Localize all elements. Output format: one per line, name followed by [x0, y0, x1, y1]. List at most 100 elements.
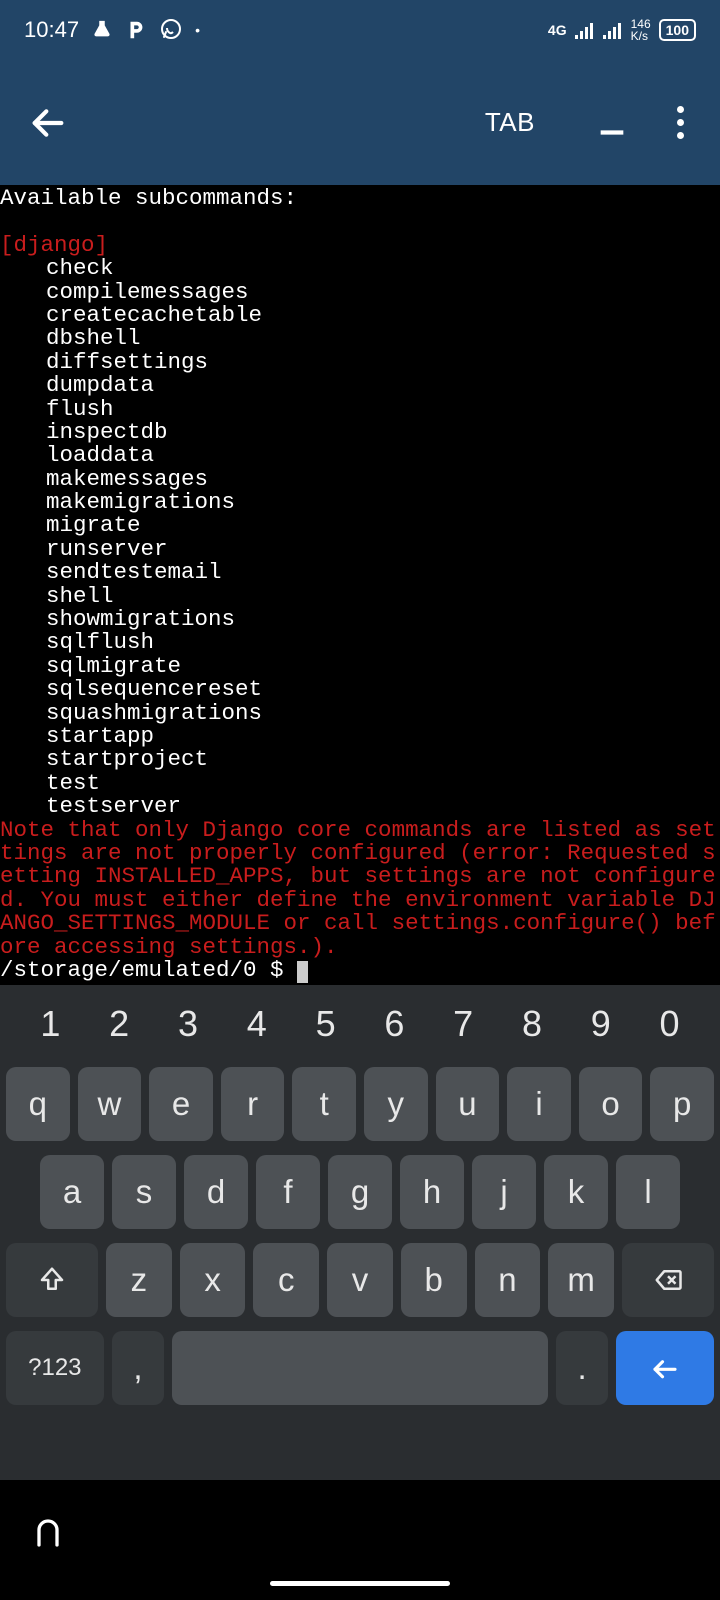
key-c[interactable]: c	[253, 1243, 319, 1317]
keyboard-row-q: qwertyuiop	[6, 1067, 714, 1141]
backspace-key[interactable]	[622, 1243, 714, 1317]
key-d[interactable]: d	[184, 1155, 248, 1229]
status-time: 10:47	[24, 17, 79, 43]
terminal-command: showmigrations	[0, 608, 720, 631]
key-f[interactable]: f	[256, 1155, 320, 1229]
minimize-button[interactable]	[579, 107, 645, 150]
key-7[interactable]: 7	[429, 995, 498, 1053]
keyboard-switch-icon[interactable]	[30, 1515, 66, 1556]
back-button[interactable]	[24, 99, 72, 147]
key-6[interactable]: 6	[360, 995, 429, 1053]
more-menu-button[interactable]	[665, 106, 696, 139]
terminal-command: makemessages	[0, 468, 720, 491]
parking-icon	[125, 19, 147, 41]
key-y[interactable]: y	[364, 1067, 428, 1141]
key-s[interactable]: s	[112, 1155, 176, 1229]
network-type: 4G	[548, 22, 567, 38]
keyboard-row-bottom: ?123 , .	[6, 1331, 714, 1405]
key-e[interactable]: e	[149, 1067, 213, 1141]
whatsapp-icon	[159, 18, 183, 42]
key-5[interactable]: 5	[291, 995, 360, 1053]
terminal-command: makemigrations	[0, 491, 720, 514]
key-o[interactable]: o	[579, 1067, 643, 1141]
terminal-command: flush	[0, 398, 720, 421]
terminal-prompt: /storage/emulated/0 $	[0, 957, 308, 983]
key-u[interactable]: u	[436, 1067, 500, 1141]
key-j[interactable]: j	[472, 1155, 536, 1229]
terminal-section-label: [django]	[0, 232, 108, 258]
terminal-command: runserver	[0, 538, 720, 561]
terminal-command: check	[0, 257, 720, 280]
key-t[interactable]: t	[292, 1067, 356, 1141]
comma-key[interactable]: ,	[112, 1331, 165, 1405]
terminal-command: test	[0, 772, 720, 795]
terminal-heading: Available subcommands:	[0, 185, 297, 211]
terminal-note: Note that only Django core commands are …	[0, 817, 716, 960]
terminal-command: squashmigrations	[0, 702, 720, 725]
key-r[interactable]: r	[221, 1067, 285, 1141]
symbols-key[interactable]: ?123	[6, 1331, 104, 1405]
home-indicator[interactable]	[270, 1581, 450, 1586]
terminal-command: testserver	[0, 795, 720, 818]
terminal-command: sqlmigrate	[0, 655, 720, 678]
navigation-bar	[0, 1480, 720, 1600]
speed-indicator: 146 K/s	[631, 18, 651, 42]
key-z[interactable]: z	[106, 1243, 172, 1317]
tab-button[interactable]: TAB	[461, 107, 559, 138]
key-l[interactable]: l	[616, 1155, 680, 1229]
terminal-command: startapp	[0, 725, 720, 748]
terminal-command: sqlflush	[0, 631, 720, 654]
key-w[interactable]: w	[78, 1067, 142, 1141]
signal-icon-1	[575, 21, 595, 39]
signal-icon-2	[603, 21, 623, 39]
key-4[interactable]: 4	[222, 995, 291, 1053]
battery-indicator: 100	[659, 19, 696, 41]
soft-keyboard: 1234567890 qwertyuiop asdfghjkl zxcvbnm …	[0, 985, 720, 1480]
keyboard-row-a: asdfghjkl	[6, 1155, 714, 1229]
keyboard-row-z: zxcvbnm	[6, 1243, 714, 1317]
key-1[interactable]: 1	[16, 995, 85, 1053]
key-g[interactable]: g	[328, 1155, 392, 1229]
key-a[interactable]: a	[40, 1155, 104, 1229]
app-bar: TAB	[0, 60, 720, 185]
terminal-command: compilemessages	[0, 281, 720, 304]
key-v[interactable]: v	[327, 1243, 393, 1317]
terminal-command: sqlsequencereset	[0, 678, 720, 701]
terminal-command: startproject	[0, 748, 720, 771]
terminal-output[interactable]: Available subcommands: [django] checkcom…	[0, 185, 720, 985]
key-8[interactable]: 8	[498, 995, 567, 1053]
keyboard-row-numbers: 1234567890	[6, 995, 714, 1053]
terminal-command: shell	[0, 585, 720, 608]
terminal-command: loaddata	[0, 444, 720, 467]
terminal-command: sendtestemail	[0, 561, 720, 584]
key-p[interactable]: p	[650, 1067, 714, 1141]
status-bar: 10:47 • 4G 146 K/s 100	[0, 0, 720, 60]
key-k[interactable]: k	[544, 1155, 608, 1229]
flask-icon	[91, 19, 113, 41]
key-b[interactable]: b	[401, 1243, 467, 1317]
terminal-command: migrate	[0, 514, 720, 537]
key-n[interactable]: n	[475, 1243, 541, 1317]
enter-key[interactable]	[616, 1331, 714, 1405]
key-3[interactable]: 3	[154, 995, 223, 1053]
key-9[interactable]: 9	[566, 995, 635, 1053]
cursor	[297, 961, 308, 983]
key-q[interactable]: q	[6, 1067, 70, 1141]
shift-key[interactable]	[6, 1243, 98, 1317]
terminal-command: dbshell	[0, 327, 720, 350]
key-i[interactable]: i	[507, 1067, 571, 1141]
key-0[interactable]: 0	[635, 995, 704, 1053]
space-key[interactable]	[172, 1331, 548, 1405]
terminal-command: dumpdata	[0, 374, 720, 397]
key-m[interactable]: m	[548, 1243, 614, 1317]
key-h[interactable]: h	[400, 1155, 464, 1229]
dot-icon: •	[195, 22, 200, 38]
terminal-command: diffsettings	[0, 351, 720, 374]
key-x[interactable]: x	[180, 1243, 246, 1317]
period-key[interactable]: .	[556, 1331, 609, 1405]
terminal-command: createcachetable	[0, 304, 720, 327]
status-right: 4G 146 K/s 100	[548, 18, 696, 42]
terminal-command: inspectdb	[0, 421, 720, 444]
status-left: 10:47 •	[24, 17, 200, 43]
key-2[interactable]: 2	[85, 995, 154, 1053]
